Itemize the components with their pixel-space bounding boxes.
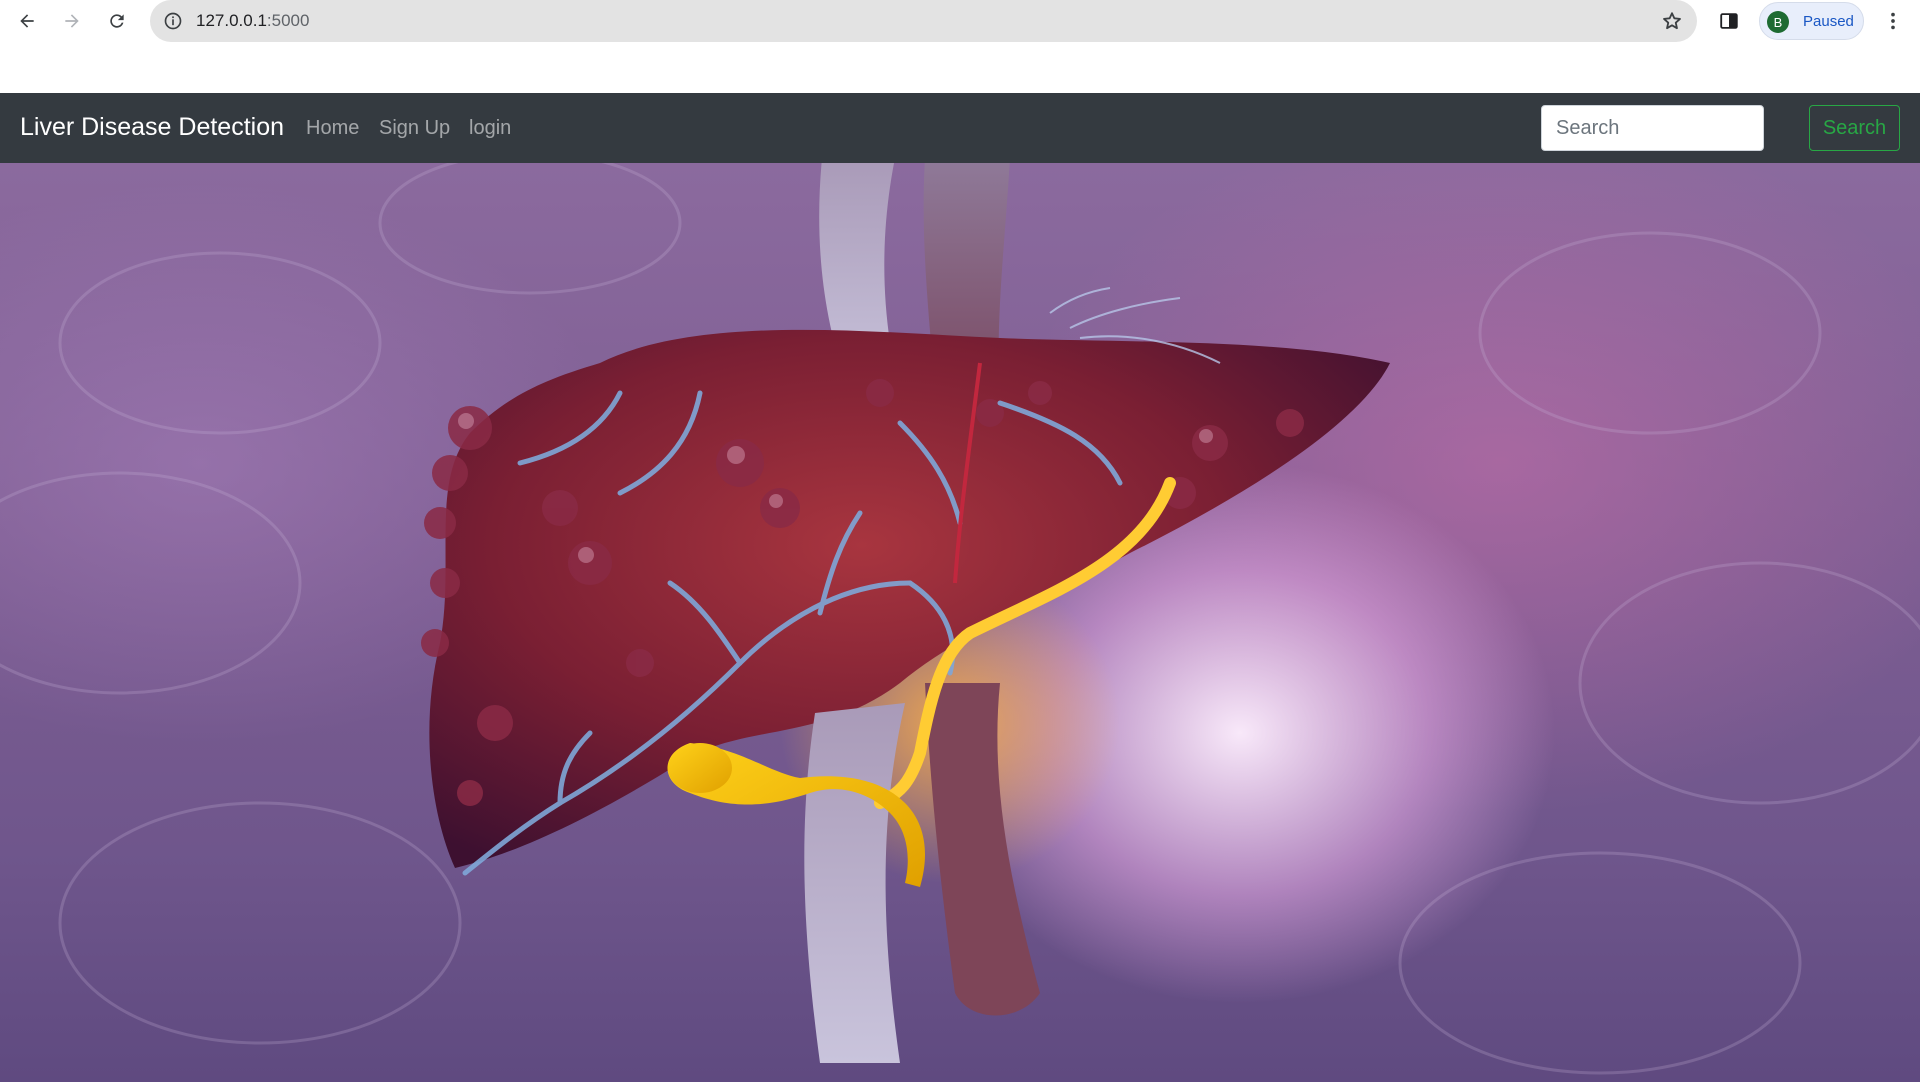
more-menu-icon[interactable] bbox=[1880, 8, 1906, 34]
reload-icon[interactable] bbox=[102, 6, 132, 36]
search-input[interactable] bbox=[1541, 105, 1764, 151]
back-arrow-icon[interactable] bbox=[12, 6, 42, 36]
url-host: 127.0.0.1 bbox=[196, 11, 267, 30]
side-panel-icon[interactable] bbox=[1716, 8, 1742, 34]
bookmark-star-icon[interactable] bbox=[1661, 10, 1683, 32]
profile-button[interactable]: B Paused bbox=[1759, 2, 1864, 40]
browser-toolbar: 127.0.0.1:5000 B Paused bbox=[0, 0, 1920, 42]
site-info-icon[interactable] bbox=[162, 10, 184, 32]
avatar: B bbox=[1767, 11, 1789, 33]
liver-illustration bbox=[0, 163, 1920, 1075]
browser-chrome: 127.0.0.1:5000 B Paused bbox=[0, 0, 1920, 93]
search-button[interactable]: Search bbox=[1809, 105, 1900, 151]
url-text[interactable]: 127.0.0.1:5000 bbox=[196, 11, 309, 31]
site-navbar: Liver Disease Detection Home Sign Up log… bbox=[0, 93, 1920, 163]
nav-link-login[interactable]: login bbox=[469, 117, 511, 140]
hero-liver-image bbox=[0, 163, 1920, 1082]
nav-link-sign-up[interactable]: Sign Up bbox=[379, 117, 450, 140]
address-bar[interactable]: 127.0.0.1:5000 bbox=[150, 0, 1697, 42]
forward-arrow-icon[interactable] bbox=[57, 6, 87, 36]
profile-status: Paused bbox=[1803, 13, 1854, 30]
url-port: :5000 bbox=[266, 11, 310, 30]
navbar-brand[interactable]: Liver Disease Detection bbox=[20, 113, 284, 142]
nav-link-home[interactable]: Home bbox=[306, 117, 359, 140]
